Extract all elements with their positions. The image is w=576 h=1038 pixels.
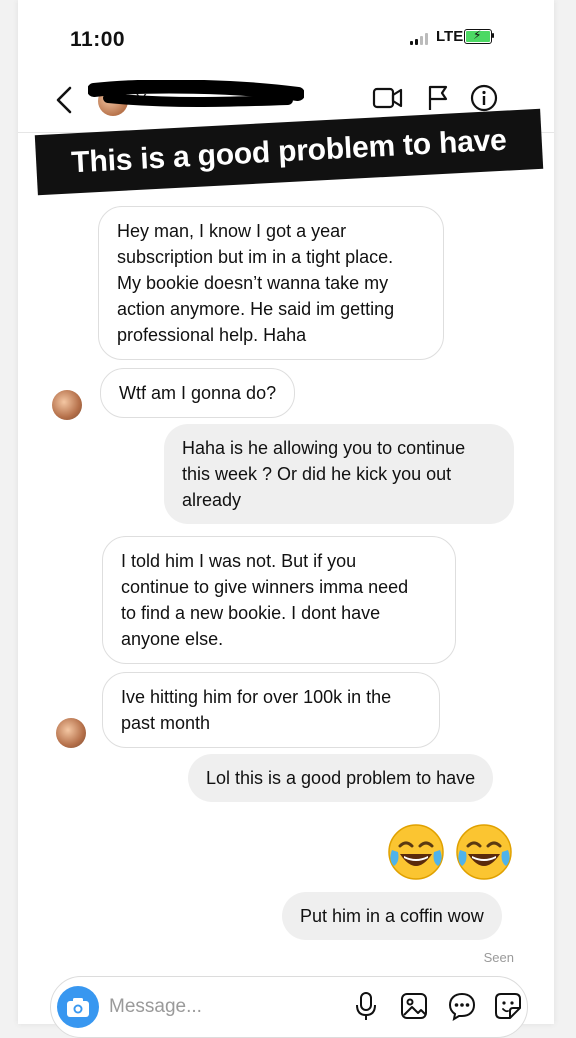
seen-label: Seen [483,950,514,965]
network-label: LTE [436,28,464,45]
message-bubble: Hey man, I know I got a year subscriptio… [98,206,444,360]
camera-icon [67,998,89,1017]
caption-banner: This is a good problem to have [34,108,544,196]
message-composer [50,976,528,1038]
back-icon[interactable] [52,84,78,116]
message-bubble: Haha is he allowing you to continue this… [164,424,514,524]
video-call-icon[interactable] [372,84,404,112]
message-bubble: Put him in a coffin wow [282,892,502,940]
sticker-icon[interactable] [493,991,523,1021]
battery-icon: ⚡ [464,28,492,44]
microphone-icon[interactable] [355,991,377,1021]
status-time: 11:00 [70,28,126,51]
message-bubble: I told him I was not. But if you continu… [102,536,456,664]
battery-nub [492,33,494,38]
sender-avatar[interactable] [56,718,86,748]
face-with-tears-of-joy-icon [456,824,512,880]
face-with-tears-of-joy-icon [388,824,444,880]
message-input[interactable] [107,995,291,1019]
camera-button[interactable] [57,986,99,1028]
message-bubble: Lol this is a good problem to have [188,754,494,802]
message-bubble: Ive hitting him for over 100k in the pas… [102,672,440,748]
sender-avatar[interactable] [52,390,82,420]
more-icon[interactable] [447,991,477,1021]
phone-screen: 11:00 LTE ⚡ Yu... This is a good problem… [18,0,554,1038]
info-icon[interactable] [470,84,498,112]
gallery-icon[interactable] [399,991,429,1021]
redaction-scribble [88,80,304,107]
signal-icon [410,33,432,45]
message-bubble: Wtf am I gonna do? [100,368,296,418]
flag-icon[interactable] [426,84,450,112]
